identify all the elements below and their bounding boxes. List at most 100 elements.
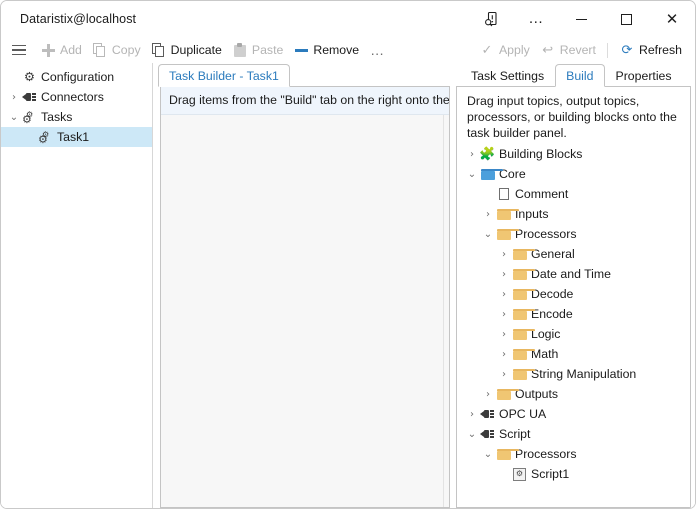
chevron-right-icon[interactable]: › xyxy=(497,244,511,264)
ellipsis-icon: … xyxy=(528,15,545,23)
apply-button[interactable]: ✓ Apply xyxy=(474,37,535,63)
tree-item-script[interactable]: ⌄ Script xyxy=(457,424,690,444)
folder-icon xyxy=(513,269,527,280)
chevron-right-icon[interactable]: › xyxy=(465,404,479,424)
chevron-down-icon[interactable]: ⌄ xyxy=(481,444,495,464)
folder-icon xyxy=(497,229,511,240)
build-tree[interactable]: ›🧩Building Blocks⌄Core›Comment›Inputs⌄Pr… xyxy=(457,144,690,484)
chevron-right-icon[interactable]: › xyxy=(481,384,495,404)
tree-item-icon xyxy=(479,169,496,180)
refresh-button-label: Refresh xyxy=(639,43,682,57)
toolbar-overflow-button[interactable]: … xyxy=(364,47,391,53)
paste-icon xyxy=(232,42,248,58)
duplicate-button[interactable]: Duplicate xyxy=(146,37,227,63)
tree-item-outputs[interactable]: ›Outputs xyxy=(457,384,690,404)
tree-item-icon xyxy=(511,349,528,360)
chevron-right-icon[interactable]: › xyxy=(497,304,511,324)
chevron-right-icon[interactable]: › xyxy=(7,87,21,107)
tree-item-label: Decode xyxy=(531,287,573,301)
task-builder-panel: Drag items from the "Build" tab on the r… xyxy=(160,86,450,508)
tree-item-decode[interactable]: › Decode xyxy=(457,284,690,304)
tree-item-label: String Manipulation xyxy=(531,367,636,381)
revert-button-label: Revert xyxy=(560,43,596,57)
navigation-tree[interactable]: ›⚙Configuration›Connectors⌄⚙⚙Tasks›⚙⚙Tas… xyxy=(1,67,152,147)
refresh-button[interactable]: ⟳ Refresh xyxy=(614,37,687,63)
duplicate-icon xyxy=(151,42,167,58)
build-panel: Drag input topics, output topics, proces… xyxy=(456,86,691,508)
tree-item-icon xyxy=(495,229,512,240)
build-pane: Task Settings Build Properties Drag inpu… xyxy=(452,63,695,508)
maximize-button[interactable] xyxy=(604,1,649,37)
paste-button[interactable]: Paste xyxy=(227,37,288,63)
menu-button[interactable] xyxy=(1,37,35,63)
search-notification-glyph xyxy=(484,11,500,27)
more-options-button[interactable]: … xyxy=(514,1,559,37)
chevron-placeholder: › xyxy=(7,67,21,87)
chevron-right-icon[interactable]: › xyxy=(497,364,511,384)
remove-button-label: Remove xyxy=(313,43,359,57)
tab-task-settings-label: Task Settings xyxy=(471,69,544,83)
chevron-right-icon[interactable]: › xyxy=(497,324,511,344)
chevron-right-icon[interactable]: › xyxy=(497,344,511,364)
task-builder-scrollbar[interactable] xyxy=(443,115,449,507)
tree-item-label: Tasks xyxy=(41,110,72,124)
tree-item-configuration[interactable]: ›⚙Configuration xyxy=(1,67,152,87)
tree-item-label: Configuration xyxy=(41,70,114,84)
revert-button[interactable]: ↩ Revert xyxy=(535,37,601,63)
tab-properties-label: Properties xyxy=(616,69,672,83)
tab-build[interactable]: Build xyxy=(555,64,604,87)
toolbar-separator xyxy=(607,43,608,58)
minimize-button[interactable] xyxy=(559,1,604,37)
tree-item-processors[interactable]: ⌄Processors xyxy=(457,444,690,464)
tree-item-label: Script1 xyxy=(531,467,569,481)
tab-properties[interactable]: Properties xyxy=(605,64,683,87)
chevron-placeholder: › xyxy=(481,184,495,204)
chevron-right-icon[interactable]: › xyxy=(465,144,479,164)
chevron-down-icon[interactable]: ⌄ xyxy=(465,164,479,184)
chevron-right-icon[interactable]: › xyxy=(481,204,495,224)
tree-item-encode[interactable]: ›Encode xyxy=(457,304,690,324)
add-button[interactable]: Add xyxy=(35,37,87,63)
chevron-down-icon[interactable]: ⌄ xyxy=(7,107,21,127)
tree-item-string-manipulation[interactable]: › String Manipulation xyxy=(457,364,690,384)
tree-item-core[interactable]: ⌄Core xyxy=(457,164,690,184)
tree-item-inputs[interactable]: ›Inputs xyxy=(457,204,690,224)
chevron-down-icon[interactable]: ⌄ xyxy=(481,224,495,244)
tree-item-task1[interactable]: ›⚙⚙Task1 xyxy=(1,127,152,147)
tree-item-connectors[interactable]: ›Connectors xyxy=(1,87,152,107)
duplicate-button-label: Duplicate xyxy=(171,43,222,57)
tab-task-builder[interactable]: Task Builder - Task1 xyxy=(158,64,290,87)
chevron-right-icon[interactable]: › xyxy=(497,264,511,284)
tree-item-icon: 🧩 xyxy=(479,148,496,161)
page-icon xyxy=(499,188,509,201)
tree-item-logic[interactable]: ›Logic xyxy=(457,324,690,344)
tab-task-settings[interactable]: Task Settings xyxy=(460,64,555,87)
tree-item-general[interactable]: › General xyxy=(457,244,690,264)
tree-item-tasks[interactable]: ⌄⚙⚙Tasks xyxy=(1,107,152,127)
folder-icon xyxy=(513,289,527,300)
tree-item-opc-ua[interactable]: ›OPC UA xyxy=(457,404,690,424)
folder-icon xyxy=(513,349,527,360)
plug-icon xyxy=(22,92,37,102)
tree-item-script1[interactable]: ›⚙Script1 xyxy=(457,464,690,484)
search-notification-icon[interactable] xyxy=(469,1,514,37)
tree-item-label: General xyxy=(531,247,575,261)
close-button[interactable]: ✕ xyxy=(649,1,695,37)
tree-item-processors[interactable]: ⌄Processors xyxy=(457,224,690,244)
task-builder-canvas[interactable] xyxy=(161,115,449,507)
tree-item-date-and-time[interactable]: ›Date and Time xyxy=(457,264,690,284)
tree-item-building-blocks[interactable]: ›🧩Building Blocks xyxy=(457,144,690,164)
tree-item-math[interactable]: ›Math xyxy=(457,344,690,364)
chevron-right-icon[interactable]: › xyxy=(497,284,511,304)
folder-icon xyxy=(513,329,527,340)
tree-item-icon xyxy=(511,249,528,260)
remove-button[interactable]: Remove xyxy=(288,37,364,63)
tree-item-label: Script xyxy=(499,427,530,441)
copy-button[interactable]: Copy xyxy=(87,37,146,63)
plus-icon xyxy=(40,42,56,58)
tree-item-icon xyxy=(495,449,512,460)
tree-item-label: Comment xyxy=(515,187,568,201)
tree-item-comment[interactable]: › Comment xyxy=(457,184,690,204)
tree-item-label: Building Blocks xyxy=(499,147,582,161)
chevron-down-icon[interactable]: ⌄ xyxy=(465,424,479,444)
